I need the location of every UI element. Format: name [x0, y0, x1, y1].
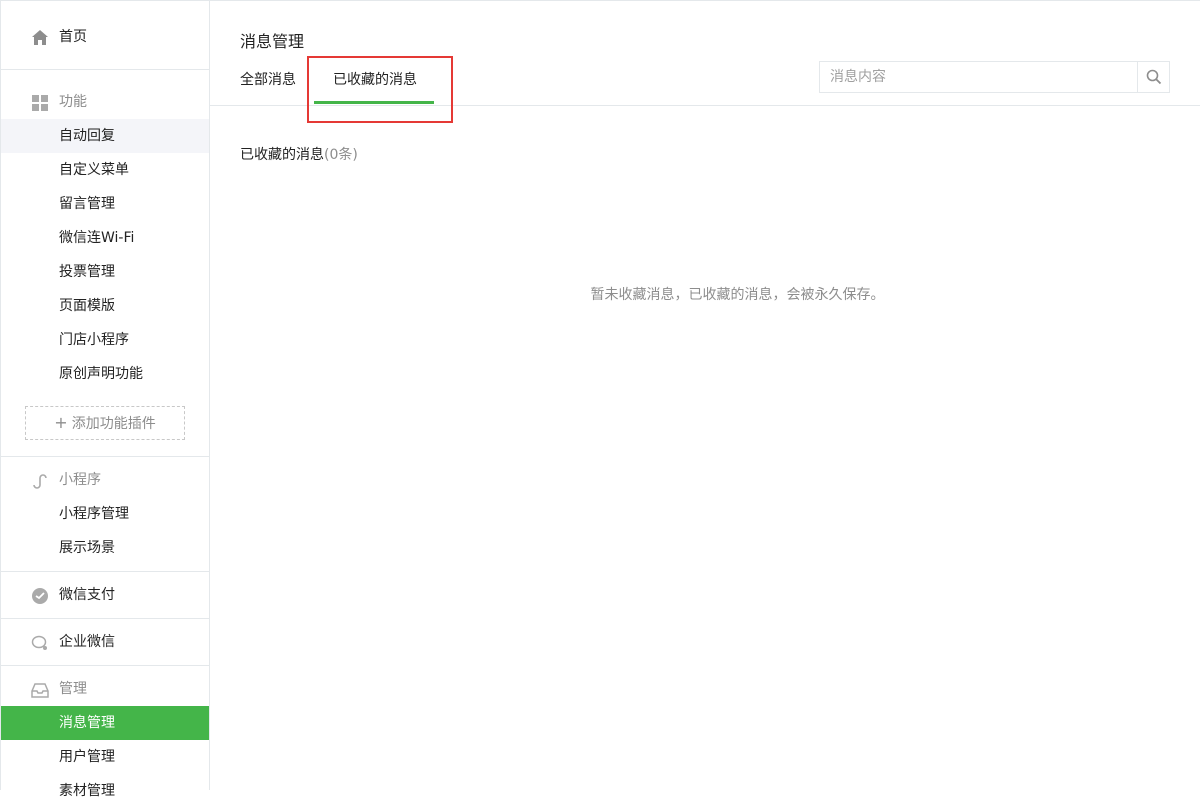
empty-state-message: 暂未收藏消息，已收藏的消息，会被永久保存。	[590, 287, 885, 303]
sidebar-item-store-miniprogram[interactable]: 门店小程序	[1, 323, 209, 357]
sidebar-item-page-template[interactable]: 页面模版	[1, 289, 209, 323]
sidebar-section-manage: 管理 消息管理 用户管理 素材管理	[1, 666, 209, 808]
search-icon	[1146, 69, 1162, 85]
sidebar-item-wechat-pay[interactable]: 微信支付	[1, 578, 209, 612]
search-box	[819, 61, 1170, 93]
sidebar-section-home: 首页	[1, 1, 209, 70]
plus-icon: +	[54, 413, 68, 432]
enterprise-wechat-icon	[31, 635, 47, 650]
sidebar-item-wifi[interactable]: 微信连Wi-Fi	[1, 221, 209, 255]
search-input[interactable]	[820, 62, 1137, 92]
main-content: 消息管理 全部消息 已收藏的消息 已收藏的消息(0条) 暂未收藏消息，已收藏的消…	[210, 1, 1200, 790]
sidebar-section-features: 功能 自动回复 自定义菜单 留言管理 微信连Wi-Fi 投票管理 页面模版 门店…	[1, 70, 209, 457]
sidebar-section-pay: 微信支付	[1, 572, 209, 619]
sidebar-item-enterprise-wechat-label: 企业微信	[59, 634, 115, 650]
sidebar-item-wechat-pay-label: 微信支付	[59, 587, 115, 603]
search-button[interactable]	[1137, 62, 1169, 92]
highlight-box	[307, 56, 453, 123]
list-header: 已收藏的消息(0条)	[240, 144, 358, 164]
add-plugin-button[interactable]: + 添加功能插件	[25, 406, 185, 440]
sidebar-head-miniprogram: 小程序	[1, 463, 209, 497]
home-icon	[32, 30, 48, 45]
sidebar-item-miniprogram-manage[interactable]: 小程序管理	[1, 497, 209, 531]
sidebar-item-original-declaration[interactable]: 原创声明功能	[1, 357, 209, 391]
tab-all-messages[interactable]: 全部消息	[240, 69, 296, 89]
sidebar-item-material-manage[interactable]: 素材管理	[1, 774, 209, 808]
sidebar-item-comments[interactable]: 留言管理	[1, 187, 209, 221]
sidebar-head-miniprogram-label: 小程序	[59, 472, 101, 488]
sidebar-item-auto-reply[interactable]: 自动回复	[1, 119, 209, 153]
sidebar-section-miniprogram: 小程序 小程序管理 展示场景	[1, 457, 209, 572]
sidebar-section-enterprise: 企业微信	[1, 619, 209, 666]
sidebar-item-voting[interactable]: 投票管理	[1, 255, 209, 289]
sidebar-item-enterprise-wechat[interactable]: 企业微信	[1, 625, 209, 659]
sidebar-head-features: 功能	[1, 85, 209, 119]
miniprogram-icon	[33, 474, 47, 489]
add-plugin-label: 添加功能插件	[71, 416, 156, 432]
sidebar-item-home-label: 首页	[59, 29, 87, 45]
sidebar-head-features-label: 功能	[59, 94, 87, 110]
list-count: (0条)	[324, 147, 358, 163]
sidebar-head-manage: 管理	[1, 672, 209, 706]
sidebar-item-message-manage[interactable]: 消息管理	[1, 706, 209, 740]
sidebar-head-manage-label: 管理	[59, 681, 87, 697]
sidebar-item-display-scenes[interactable]: 展示场景	[1, 531, 209, 565]
wechat-pay-icon	[32, 588, 48, 604]
list-title: 已收藏的消息	[240, 147, 324, 163]
sidebar-item-home[interactable]: 首页	[1, 20, 209, 54]
page-title: 消息管理	[240, 32, 305, 51]
grid-icon	[32, 95, 48, 111]
inbox-icon	[31, 683, 49, 698]
sidebar: 首页 功能 自动回复 自定义菜单 留言管理 微信连Wi-Fi 投票管理 页面模版…	[0, 1, 210, 799]
app-frame: 首页 功能 自动回复 自定义菜单 留言管理 微信连Wi-Fi 投票管理 页面模版…	[0, 0, 1200, 799]
sidebar-item-user-manage[interactable]: 用户管理	[1, 740, 209, 774]
sidebar-item-custom-menu[interactable]: 自定义菜单	[1, 153, 209, 187]
